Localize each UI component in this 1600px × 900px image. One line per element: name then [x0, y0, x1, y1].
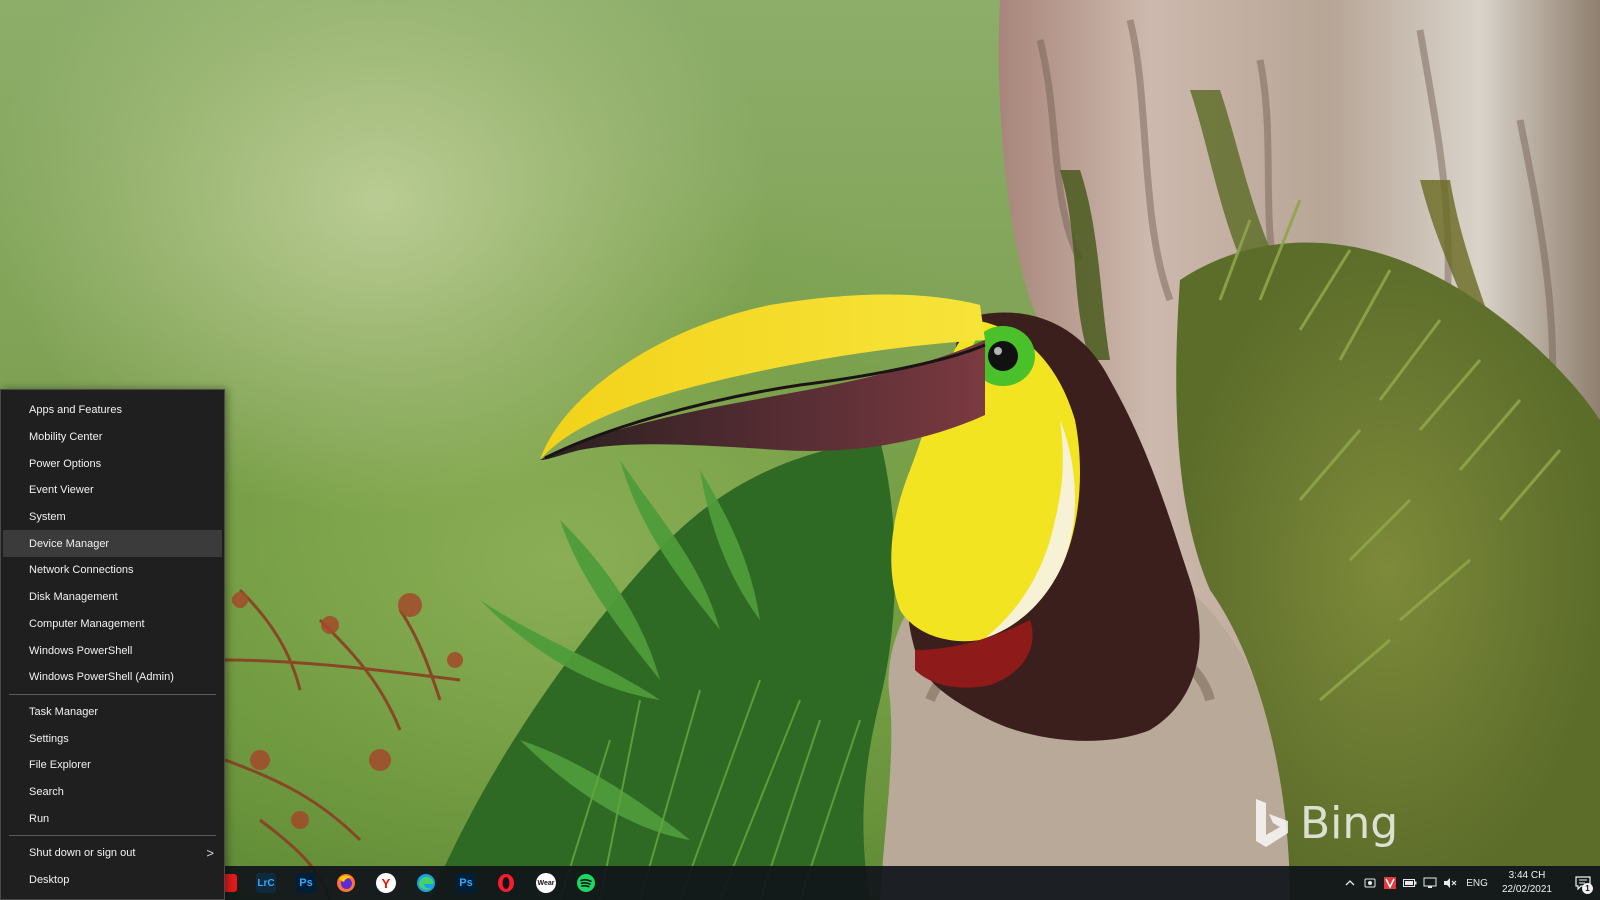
- action-center-button[interactable]: 1: [1566, 866, 1600, 900]
- chevron-right-icon: >: [206, 845, 214, 861]
- menu-item-system[interactable]: System: [1, 504, 224, 531]
- menu-item-task-manager[interactable]: Task Manager: [1, 699, 224, 726]
- opera-icon: [498, 874, 514, 892]
- menu-item-search[interactable]: Search: [1, 779, 224, 806]
- menu-item-windows-powershell[interactable]: Windows PowerShell: [1, 637, 224, 664]
- menu-item-file-explorer[interactable]: File Explorer: [1, 752, 224, 779]
- taskbar-app-edge[interactable]: [406, 866, 446, 900]
- menu-item-apps-and-features[interactable]: Apps and Features: [1, 397, 224, 424]
- clock-time: 3:44 CH: [1508, 870, 1546, 881]
- taskbar-app-spotify[interactable]: [566, 866, 606, 900]
- wear-app-icon: Wear: [536, 873, 556, 893]
- menu-item-power-options[interactable]: Power Options: [1, 450, 224, 477]
- menu-item-desktop[interactable]: Desktop: [1, 867, 224, 894]
- taskbar-app-photoshop-2[interactable]: Ps: [446, 866, 486, 900]
- firefox-icon: [337, 874, 355, 892]
- bing-watermark: Bing: [1254, 796, 1398, 850]
- taskbar-app-yandex[interactable]: Y: [366, 866, 406, 900]
- clock-date: 22/02/2021: [1501, 884, 1552, 895]
- menu-item-mobility-center[interactable]: Mobility Center: [1, 424, 224, 451]
- input-language-indicator[interactable]: ENG: [1460, 878, 1496, 889]
- taskbar-app-wear[interactable]: Wear: [526, 866, 566, 900]
- meet-now-icon[interactable]: [1360, 866, 1380, 900]
- menu-item-run[interactable]: Run: [1, 805, 224, 832]
- menu-item-event-viewer[interactable]: Event Viewer: [1, 477, 224, 504]
- edge-icon: [417, 874, 435, 892]
- system-tray: ENG 3:44 CH 22/02/2021 1: [1340, 866, 1600, 900]
- network-icon[interactable]: [1420, 866, 1440, 900]
- menu-item-computer-management[interactable]: Computer Management: [1, 611, 224, 638]
- menu-item-label: Shut down or sign out: [29, 847, 136, 860]
- taskbar-app-opera[interactable]: [486, 866, 526, 900]
- menu-item-network-connections[interactable]: Network Connections: [1, 557, 224, 584]
- bing-logo-icon: [1256, 799, 1288, 847]
- yandex-browser-icon: Y: [376, 873, 396, 893]
- winx-power-user-menu: Apps and Features Mobility Center Power …: [0, 389, 225, 900]
- clock[interactable]: 3:44 CH 22/02/2021: [1496, 869, 1566, 897]
- bing-watermark-text: Bing: [1300, 797, 1399, 849]
- red-app-icon: [223, 874, 237, 892]
- menu-item-settings[interactable]: Settings: [1, 725, 224, 752]
- spotify-icon: [577, 874, 595, 892]
- lightroom-classic-icon: LrC: [256, 873, 276, 893]
- taskbar-app-firefox[interactable]: [326, 866, 366, 900]
- toucan-photo: [224, 0, 1600, 900]
- menu-separator: [9, 693, 216, 695]
- battery-icon[interactable]: [1400, 866, 1420, 900]
- taskbar-app-lightroom[interactable]: LrC: [246, 866, 286, 900]
- taskbar: LrC Ps Y Ps Wear ENG 3:44 CH 22/02/2021 …: [0, 866, 1600, 900]
- taskbar-app-photoshop-1[interactable]: Ps: [286, 866, 326, 900]
- photoshop-icon: Ps: [456, 873, 476, 893]
- notification-count-badge: 1: [1582, 883, 1593, 894]
- volume-muted-icon[interactable]: [1440, 866, 1460, 900]
- menu-separator: [9, 835, 216, 836]
- menu-item-device-manager[interactable]: Device Manager: [3, 530, 222, 558]
- chevron-up-icon[interactable]: [1340, 866, 1360, 900]
- desktop-wallpaper: [0, 0, 1600, 900]
- menu-item-disk-management[interactable]: Disk Management: [1, 584, 224, 611]
- photoshop-icon: Ps: [296, 873, 316, 893]
- menu-item-windows-powershell-admin[interactable]: Windows PowerShell (Admin): [1, 664, 224, 691]
- menu-item-shut-down-or-sign-out[interactable]: Shut down or sign out >: [1, 840, 224, 867]
- vivaldi-tray-icon[interactable]: [1380, 866, 1400, 900]
